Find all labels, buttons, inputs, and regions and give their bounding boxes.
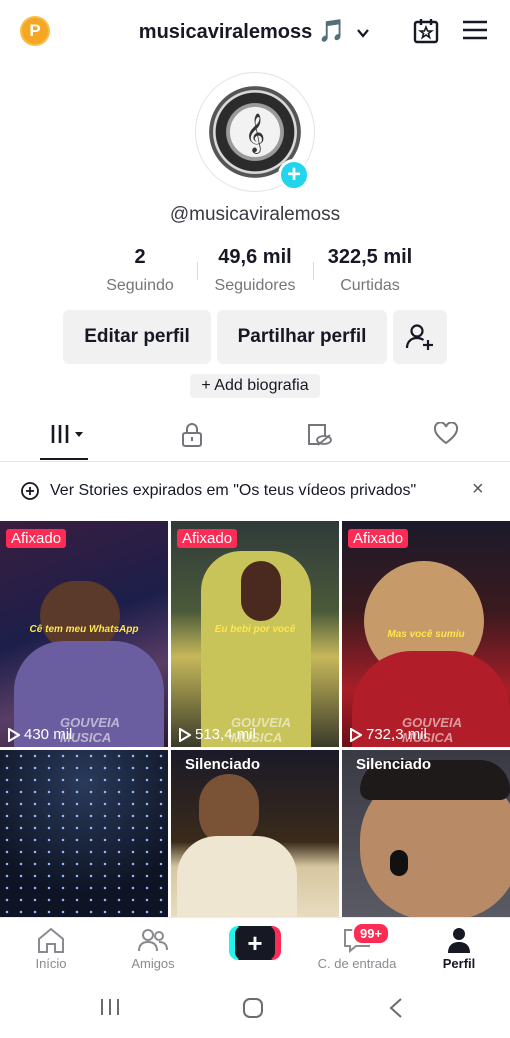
stat-followers-label: Seguidores: [214, 277, 296, 294]
tab-liked[interactable]: [433, 421, 459, 451]
pinned-badge: Afixado: [6, 529, 67, 548]
add-friend-button[interactable]: [393, 310, 447, 364]
username-title: musicaviralemoss: [138, 21, 313, 43]
stat-likes[interactable]: 322,5 mil Curtidas: [315, 246, 425, 295]
calendar-star-icon[interactable]: [412, 17, 440, 45]
grid-icon: [51, 425, 83, 443]
video-thumbnail[interactable]: Cê tem meu WhatsApp Afixado GOUVEIA MUSI…: [0, 521, 168, 747]
nav-profile-label: Perfil: [442, 956, 476, 971]
svg-text:𝄞: 𝄞: [245, 113, 265, 154]
video-caption: Cê tem meu WhatsApp: [29, 624, 139, 635]
recent-apps-icon[interactable]: [99, 997, 121, 1017]
nav-profile[interactable]: Perfil: [414, 924, 504, 971]
add-photo-button[interactable]: +: [278, 159, 310, 191]
in-ear-monitor: [390, 850, 408, 876]
nav-friends[interactable]: Amigos: [108, 924, 198, 971]
add-bio-button[interactable]: + Add biografia: [190, 374, 320, 398]
stat-followers[interactable]: 49,6 mil Seguidores: [205, 246, 305, 295]
view-count: 732,3 mil: [350, 726, 427, 743]
nav-home[interactable]: Início: [6, 924, 96, 971]
view-count: 430 mil: [8, 726, 72, 743]
music-note-emoji: 🎵: [318, 18, 346, 43]
add-circle-icon: [21, 482, 39, 500]
menu-icon[interactable]: [462, 19, 488, 41]
add-user-icon: [405, 324, 433, 350]
video-thumbnail[interactable]: Silenciado: [171, 750, 339, 917]
stat-followers-value: 49,6 mil: [218, 246, 292, 268]
nav-friends-label: Amigos: [131, 956, 175, 971]
lock-icon: [182, 423, 202, 447]
home-icon: [38, 927, 64, 953]
play-icon: [350, 727, 362, 742]
active-tab-indicator: [40, 458, 88, 460]
profile-icon: [448, 928, 470, 953]
pinned-badge: Afixado: [348, 529, 409, 548]
muted-badge: Silenciado: [185, 756, 261, 773]
video-thumbnail[interactable]: [0, 750, 168, 917]
stat-divider: [313, 262, 314, 280]
close-icon[interactable]: ×: [472, 478, 484, 501]
stat-likes-value: 322,5 mil: [327, 246, 413, 268]
share-profile-button[interactable]: Partilhar perfil: [217, 310, 387, 364]
nav-home-label: Início: [35, 956, 67, 971]
pinned-badge: Afixado: [177, 529, 238, 548]
muted-badge: Silenciado: [356, 756, 432, 773]
inbox-badge: 99+: [352, 922, 391, 945]
view-count-text: 430 mil: [24, 726, 73, 743]
stat-likes-label: Curtidas: [340, 277, 400, 294]
play-icon: [8, 727, 20, 742]
back-icon[interactable]: [388, 997, 404, 1019]
video-grid: Cê tem meu WhatsApp Afixado GOUVEIA MUSI…: [0, 521, 510, 917]
edit-profile-button[interactable]: Editar perfil: [63, 310, 211, 364]
play-icon: [179, 727, 191, 742]
view-count-text: 732,3 mil: [366, 726, 427, 743]
banner-text: Ver Stories expirados em "Os teus vídeos…: [50, 482, 417, 499]
video-thumbnail[interactable]: Eu bebi por você Afixado GOUVEIA MUSICA …: [171, 521, 339, 747]
hidden-likes-icon: [308, 424, 332, 446]
thumbnail-figure: [177, 836, 297, 917]
tab-private[interactable]: [180, 422, 204, 453]
expired-stories-banner[interactable]: Ver Stories expirados em "Os teus vídeos…: [0, 470, 510, 512]
tab-reposts[interactable]: [305, 422, 333, 453]
heart-icon: [433, 421, 459, 445]
watermark: GOUVEIA MUSICA: [60, 715, 120, 745]
profile-tabs: [0, 410, 510, 462]
tab-videos[interactable]: [50, 422, 88, 451]
system-navigation-bar: [0, 977, 510, 1038]
create-button[interactable]: +: [229, 926, 281, 960]
video-caption: Mas você sumiu: [387, 629, 465, 640]
stat-following-label: Seguindo: [106, 277, 174, 294]
home-system-icon[interactable]: [242, 997, 264, 1019]
video-thumbnail[interactable]: Mas você sumiu Afixado GOUVEIA MUSICA 73…: [342, 521, 510, 747]
top-bar: P musicaviralemoss 🎵: [0, 0, 510, 64]
nav-inbox-label: C. de entrada: [317, 956, 397, 971]
profile-avatar-ring[interactable]: 𝄞 +: [195, 72, 315, 192]
stat-following[interactable]: 2 Seguindo: [95, 246, 185, 295]
profile-handle: @musicaviralemoss: [169, 204, 341, 225]
video-thumbnail[interactable]: Silenciado: [342, 750, 510, 917]
stat-following-value: 2: [134, 246, 146, 268]
chevron-down-icon: [357, 29, 370, 38]
view-count: 513,4 mil: [179, 726, 256, 743]
stat-divider: [197, 262, 198, 280]
bottom-navigation: Início Amigos + C. de entrada 99+ Perfil: [0, 917, 510, 977]
thumbnail-figure: [241, 561, 281, 621]
plus-icon: +: [235, 926, 275, 960]
video-caption: Eu bebi por você: [214, 624, 296, 635]
view-count-text: 513,4 mil: [195, 726, 256, 743]
friends-icon: [138, 929, 168, 952]
